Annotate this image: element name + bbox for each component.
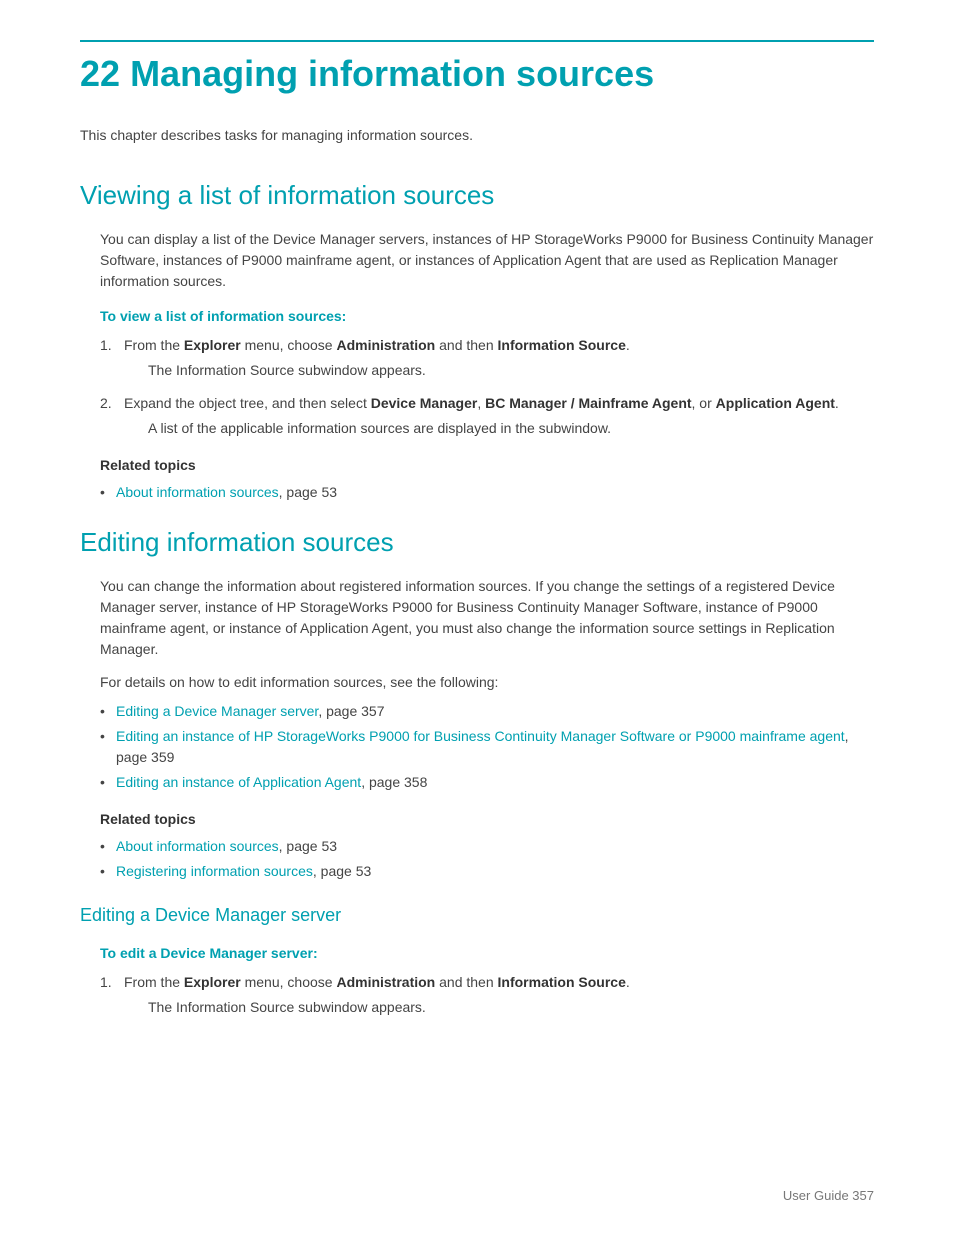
- editing-hp-storageworks-link[interactable]: Editing an instance of HP StorageWorks P…: [116, 728, 845, 744]
- bold-administration: Administration: [336, 337, 435, 353]
- list-item: Editing an instance of HP StorageWorks P…: [100, 726, 874, 768]
- chapter-title: 22 Managing information sources: [80, 52, 874, 95]
- page-ref: , page 358: [361, 774, 427, 790]
- chapter-header: 22 Managing information sources: [80, 40, 874, 95]
- chapter-title-main: Managing information sources: [130, 53, 654, 94]
- step-note: The Information Source subwindow appears…: [148, 360, 874, 381]
- step-text: From the Explorer menu, choose Administr…: [124, 974, 630, 990]
- page-ref: , page 53: [313, 863, 371, 879]
- section2-description: You can change the information about reg…: [100, 576, 874, 660]
- bold-info-source: Information Source: [498, 337, 626, 353]
- page-ref: , page 357: [318, 703, 384, 719]
- section3-body: To edit a Device Manager server: From th…: [100, 943, 874, 1018]
- section1-body: You can display a list of the Device Man…: [100, 229, 874, 503]
- section3-title: Editing a Device Manager server: [80, 902, 874, 929]
- section2-related-list: About information sources, page 53 Regis…: [100, 836, 874, 882]
- step-item: Expand the object tree, and then select …: [100, 393, 874, 439]
- list-item: Editing an instance of Application Agent…: [100, 772, 874, 793]
- editing-app-agent-link[interactable]: Editing an instance of Application Agent: [116, 774, 361, 790]
- step-item: From the Explorer menu, choose Administr…: [100, 972, 874, 1018]
- step-note-2: A list of the applicable information sou…: [148, 418, 874, 439]
- intro-paragraph: This chapter describes tasks for managin…: [80, 125, 874, 146]
- section1-description: You can display a list of the Device Man…: [100, 229, 874, 292]
- editing-device-manager-link[interactable]: Editing a Device Manager server: [116, 703, 318, 719]
- section3-procedure-label: To edit a Device Manager server:: [100, 943, 874, 964]
- section1-related-label: Related topics: [100, 455, 874, 476]
- bold-app-agent: Application Agent: [716, 395, 835, 411]
- section1-steps: From the Explorer menu, choose Administr…: [100, 335, 874, 439]
- bold-bc-manager: BC Manager / Mainframe Agent: [485, 395, 691, 411]
- section3-steps: From the Explorer menu, choose Administr…: [100, 972, 874, 1018]
- footer: User Guide 357: [783, 1186, 874, 1206]
- section1-title: Viewing a list of information sources: [80, 176, 874, 215]
- bold-administration-3: Administration: [336, 974, 435, 990]
- footer-label: User Guide: [783, 1188, 849, 1203]
- bold-device-manager: Device Manager: [371, 395, 478, 411]
- section2-title: Editing information sources: [80, 523, 874, 562]
- bold-info-source-3: Information Source: [498, 974, 626, 990]
- footer-page-number: 357: [852, 1188, 874, 1203]
- step-note-3: The Information Source subwindow appears…: [148, 997, 874, 1018]
- bold-explorer-3: Explorer: [184, 974, 241, 990]
- section-editing: Editing information sources You can chan…: [80, 523, 874, 882]
- section2-related-label: Related topics: [100, 809, 874, 830]
- page-ref: , page 53: [279, 484, 337, 500]
- chapter-number: 22: [80, 53, 120, 94]
- about-info-sources-link-2[interactable]: About information sources: [116, 838, 279, 854]
- step-text: Expand the object tree, and then select …: [124, 395, 839, 411]
- page-ref: , page 53: [279, 838, 337, 854]
- about-info-sources-link[interactable]: About information sources: [116, 484, 279, 500]
- bold-explorer: Explorer: [184, 337, 241, 353]
- section2-detail-links: Editing a Device Manager server, page 35…: [100, 701, 874, 793]
- list-item: About information sources, page 53: [100, 836, 874, 857]
- section1-procedure-label: To view a list of information sources:: [100, 306, 874, 327]
- list-item: Registering information sources, page 53: [100, 861, 874, 882]
- section2-details-intro: For details on how to edit information s…: [100, 672, 874, 693]
- section-editing-device-manager: Editing a Device Manager server To edit …: [80, 902, 874, 1018]
- registering-info-sources-link[interactable]: Registering information sources: [116, 863, 313, 879]
- list-item: Editing a Device Manager server, page 35…: [100, 701, 874, 722]
- list-item: About information sources, page 53: [100, 482, 874, 503]
- step-item: From the Explorer menu, choose Administr…: [100, 335, 874, 381]
- section2-body: You can change the information about reg…: [100, 576, 874, 882]
- section-viewing: Viewing a list of information sources Yo…: [80, 176, 874, 503]
- section1-related-list: About information sources, page 53: [100, 482, 874, 503]
- step-text: From the Explorer menu, choose Administr…: [124, 337, 630, 353]
- page: 22 Managing information sources This cha…: [0, 0, 954, 1235]
